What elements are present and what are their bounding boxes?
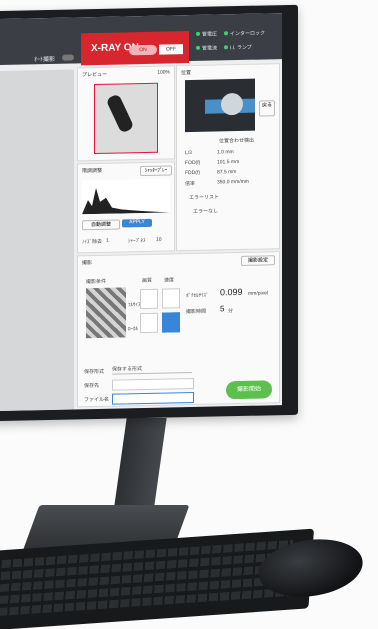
row-value: 101.5 mm <box>217 159 240 166</box>
capture-time-label: 撮影時間 <box>186 308 207 316</box>
preview-panel: プレビュー 100% <box>77 65 175 162</box>
preview-title: プレビュー <box>82 71 108 79</box>
monitor-stand-neck <box>113 418 167 513</box>
capture-mode-title: 撮影条件 <box>86 278 107 286</box>
histogram-title: 階調調整 <box>82 167 103 175</box>
position-diagram <box>185 78 255 133</box>
row-value: 1.0 mm <box>217 149 234 156</box>
speed-column: 速度 <box>164 277 175 284</box>
mode-fullsize-quality[interactable] <box>140 288 158 310</box>
auto-capture-label: ｵｰﾄ撮影 <box>34 56 56 64</box>
local-row: ﾛｰｶﾙ <box>128 326 139 333</box>
xray-off-button[interactable]: OFF <box>159 44 183 55</box>
row-label: FOD(f) <box>185 159 201 167</box>
save-format-select[interactable]: 保存する形式 <box>112 363 192 375</box>
shutter-button[interactable]: ｼｬｯﾀｰﾌﾟﾚｰ <box>140 165 172 177</box>
xray-on-button[interactable]: ON <box>129 44 157 56</box>
sample-thumbnail <box>86 287 126 339</box>
app-topbar: ｵｰﾄ撮影 X-RAY ON ON OFF 管電圧 インターロック 管電流 I.… <box>0 13 282 66</box>
position-title: 位置 <box>181 70 192 77</box>
status-current: 管電流 <box>196 44 217 52</box>
noise-label: ﾉｲｽﾞ除去 <box>82 238 103 246</box>
capture-panel: 撮影 撮影設定 撮影条件 画質 速度 ﾌﾙｻｲｽﾞ ﾛｰｶﾙ ﾎﾟｸｾﾙｻｲｽﾞ… <box>77 251 280 408</box>
align-detect-button[interactable]: 位置合わせ検出 <box>219 137 254 145</box>
capture-time-value: 5 <box>220 304 225 314</box>
pixel-size-unit: mm/pixel <box>248 290 269 297</box>
status-voltage: 管電圧 <box>196 30 217 38</box>
monitor: ｵｰﾄ撮影 X-RAY ON ON OFF 管電圧 インターロック 管電流 I.… <box>0 4 298 422</box>
row-label: 倍率 <box>185 180 196 188</box>
error-list-value: エラーなし <box>193 208 219 215</box>
filename-label: ファイル名 <box>84 396 110 404</box>
xray-status-panel: X-RAY ON ON OFF <box>81 31 189 66</box>
preview-image[interactable] <box>94 82 158 155</box>
folder-label: 保存先 <box>84 382 100 390</box>
noise-value[interactable]: 1 <box>106 238 109 244</box>
sharpen-value[interactable]: 10 <box>156 237 162 243</box>
monitor-screen: ｵｰﾄ撮影 X-RAY ON ON OFF 管電圧 インターロック 管電流 I.… <box>0 13 282 412</box>
capture-time-unit: 分 <box>228 308 234 315</box>
status-lamp: I.I. ランプ <box>224 44 252 52</box>
auto-capture-toggle[interactable] <box>62 54 74 61</box>
main-image-view <box>0 69 74 412</box>
quality-column: 画質 <box>142 277 153 285</box>
position-panel: 位置 戻る 位置合わせ検出 L/3 1.0 mm FOD(f) 101.5 mm… <box>176 63 280 252</box>
pixel-size-value: 0.099 <box>220 286 243 298</box>
preview-zoom: 100% <box>157 69 170 76</box>
row-value: 350.0 mm/mm <box>217 178 249 186</box>
save-format-label: 保存形式 <box>84 368 105 376</box>
mode-local-quality[interactable] <box>140 312 158 334</box>
error-list-title: エラーリスト <box>189 194 220 202</box>
capture-settings-button[interactable]: 撮影設定 <box>241 255 275 266</box>
home-button[interactable]: 戻る <box>259 100 275 117</box>
apply-button[interactable]: APPLY <box>122 218 152 228</box>
filename-input[interactable] <box>112 391 194 405</box>
histogram-panel: 階調調整 ｼｬｯﾀｰﾌﾟﾚｰ 自動調整 APPLY ﾉｲｽﾞ除去 1 ｼｬｰﾌﾟ… <box>77 161 175 254</box>
photo-scene: ｵｰﾄ撮影 X-RAY ON ON OFF 管電圧 インターロック 管電流 I.… <box>0 0 378 629</box>
row-value: 87.5 mm <box>217 169 237 176</box>
mode-fullsize-speed[interactable] <box>162 288 180 309</box>
pixel-size-label: ﾎﾟｸｾﾙｻｲｽﾞ <box>186 292 209 300</box>
sharpen-label: ｼｬｰﾌﾟﾈｽ <box>128 237 146 245</box>
histogram-graph <box>82 178 170 215</box>
start-capture-button[interactable]: 撮影開始 <box>226 380 272 400</box>
row-label: FDD(f) <box>185 169 200 177</box>
mode-local-speed[interactable] <box>162 312 180 333</box>
capture-title: 撮影 <box>82 260 93 267</box>
auto-adjust-button[interactable]: 自動調整 <box>82 219 120 231</box>
row-label: L/3 <box>185 149 192 157</box>
status-interlock: インターロック <box>224 29 265 37</box>
folder-input[interactable] <box>112 377 194 391</box>
